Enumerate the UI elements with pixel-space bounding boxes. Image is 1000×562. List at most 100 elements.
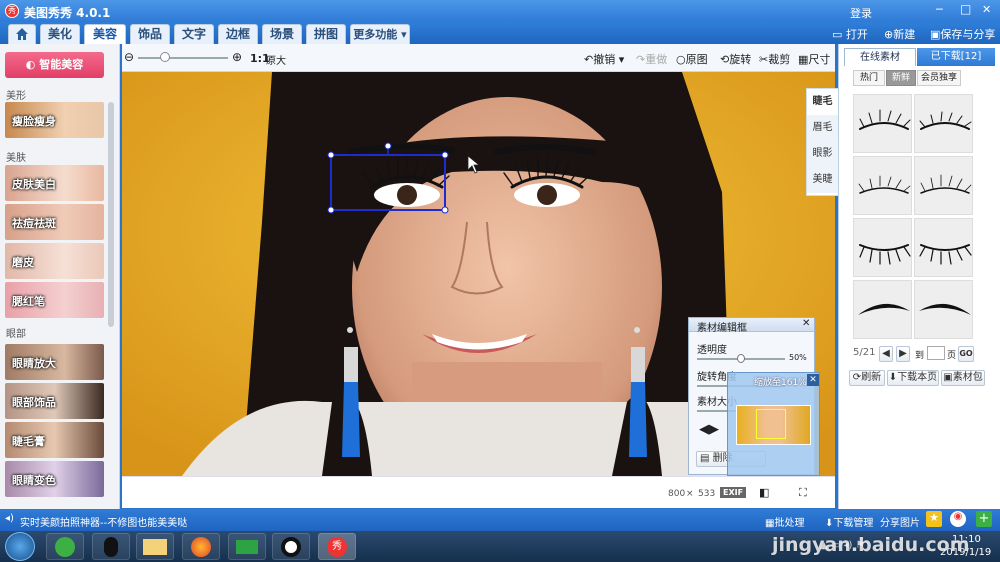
new-button[interactable]: ⊕新建: [884, 26, 915, 42]
eyelash-thumb-6[interactable]: [914, 218, 973, 277]
zoom-slider[interactable]: [138, 52, 228, 62]
eyelash-thumb-4[interactable]: [914, 156, 973, 215]
add-icon[interactable]: +: [976, 511, 992, 527]
refresh-label: 刷新: [861, 372, 882, 383]
smooth-skin-item[interactable]: 磨皮: [5, 243, 104, 279]
eyelash-thumb-8[interactable]: [914, 280, 973, 339]
folder-icon: ▭: [832, 28, 843, 41]
side-tab-beauty-lash[interactable]: 美睫: [807, 167, 838, 193]
home-tab[interactable]: [8, 24, 36, 44]
side-tab-eyebrow[interactable]: 眉毛: [807, 115, 838, 141]
flip-icon[interactable]: ◀▶: [699, 422, 719, 437]
eyelash-thumb-1[interactable]: [853, 94, 912, 153]
taskbar-qq-app[interactable]: [92, 533, 130, 560]
goto-label: 到: [915, 351, 925, 361]
taskbar-meitu-app[interactable]: 秀: [318, 533, 356, 560]
zoom-preview-window: 缩放至161% ✕: [727, 372, 820, 476]
maximize-button[interactable]: □: [960, 2, 971, 16]
minimize-button[interactable]: ─: [936, 3, 943, 16]
login-link[interactable]: 登录: [850, 5, 872, 21]
eyelash-icon: [919, 244, 972, 265]
crop-button[interactable]: ✂裁剪: [759, 51, 790, 67]
preview-close-icon[interactable]: ✕: [807, 374, 819, 386]
edit-panel-close-icon[interactable]: ✕: [802, 318, 810, 329]
status-message[interactable]: 实时美颜拍照神器--不修图也能美美哒: [20, 514, 187, 529]
material-pack-button[interactable]: ▣素材包: [941, 370, 985, 386]
size-button[interactable]: ▦尺寸: [798, 51, 830, 67]
tab-border[interactable]: 边框: [218, 24, 258, 44]
filter-vip[interactable]: 会员独享: [917, 70, 961, 86]
smart-beauty-button[interactable]: ◐ 智能美容: [5, 52, 104, 78]
download-page-button[interactable]: ⬇下载本页: [887, 370, 939, 386]
clock-time: 11:10: [952, 534, 981, 545]
zoom-out-icon[interactable]: ⊖: [124, 50, 134, 64]
tab-scene[interactable]: 场景: [262, 24, 302, 44]
zoom-slider-handle[interactable]: [160, 52, 170, 62]
tab-beauty[interactable]: 美容: [84, 24, 126, 44]
eyelash-icon: [920, 174, 972, 194]
material-side-tabs: 睫毛 眉毛 眼影 美睫: [806, 88, 838, 196]
taskbar-refresh-app[interactable]: [46, 533, 84, 560]
original-button[interactable]: ○原图: [676, 51, 708, 67]
taskbar-explorer-app[interactable]: [136, 533, 174, 560]
rotate-button[interactable]: ⟲旋转: [720, 51, 751, 67]
open-button[interactable]: ▭ 打开: [832, 26, 868, 42]
slim-face-item[interactable]: 瘦脸瘦身: [5, 102, 104, 138]
tab-text[interactable]: 文字: [174, 24, 214, 44]
vip-icon[interactable]: ★: [926, 511, 942, 527]
original-size-button[interactable]: 原大: [266, 52, 286, 67]
tab-online-material[interactable]: 在线素材: [844, 48, 916, 66]
acne-removal-item[interactable]: 祛痘祛斑: [5, 204, 104, 240]
go-button[interactable]: GO: [958, 346, 974, 362]
weibo-icon[interactable]: ◉: [950, 511, 966, 527]
batch-button[interactable]: ▦批处理: [765, 514, 804, 529]
save-share-button[interactable]: ▣保存与分享: [930, 26, 995, 42]
undo-button[interactable]: ↶撤销 ▾: [584, 51, 624, 67]
eyelash-icon: [858, 303, 910, 315]
page-number-input[interactable]: [927, 346, 945, 360]
filter-new[interactable]: 新鲜: [886, 70, 916, 86]
close-button[interactable]: ✕: [982, 3, 991, 16]
zoom-in-icon[interactable]: ⊕: [232, 50, 242, 64]
page-label: 页: [947, 351, 957, 361]
tab-beautify[interactable]: 美化: [40, 24, 80, 44]
taskbar-recorder-app[interactable]: [272, 533, 310, 560]
filter-hot[interactable]: 热门: [853, 70, 885, 86]
eyelash-thumb-5[interactable]: [853, 218, 912, 277]
left-scrollbar[interactable]: [108, 102, 114, 327]
eye-color-item[interactable]: 眼睛变色: [5, 461, 104, 497]
eyelash-thumb-7[interactable]: [853, 280, 912, 339]
share-image-button[interactable]: 分享图片: [880, 514, 920, 529]
material-panel: 在线素材 已下载[12] 热门 新鲜 会员独享 5/21 ◀ ▶ 到 页 GO …: [838, 44, 1000, 509]
tab-collage[interactable]: 拼图: [306, 24, 346, 44]
tab-accessories[interactable]: 饰品: [130, 24, 170, 44]
eyelash-thumb-3[interactable]: [853, 156, 912, 215]
exif-button[interactable]: EXIF: [720, 487, 747, 498]
compare-icon[interactable]: ◧: [759, 486, 769, 499]
fullscreen-icon[interactable]: ⛶: [799, 486, 807, 500]
tab-more[interactable]: 更多功能 ▾: [350, 24, 410, 44]
transparency-handle[interactable]: [737, 354, 745, 363]
blush-item[interactable]: 腮红笔: [5, 282, 104, 318]
download-manager-button[interactable]: ⬇下载管理: [825, 514, 873, 529]
transparency-slider[interactable]: [697, 354, 785, 363]
taskbar-firefox-app[interactable]: [182, 533, 220, 560]
eye-enlarge-item[interactable]: 眼睛放大: [5, 344, 104, 380]
preview-viewport-frame[interactable]: [756, 409, 786, 439]
side-tab-eyelash[interactable]: 睫毛: [807, 89, 838, 115]
refresh-button[interactable]: ⟳刷新: [849, 370, 885, 386]
mascara-item[interactable]: 睫毛膏: [5, 422, 104, 458]
side-tab-eyeshadow[interactable]: 眼影: [807, 141, 838, 167]
tray-icons[interactable]: ▲ ▭ ◂) ⚑: [820, 540, 865, 551]
next-page-button[interactable]: ▶: [896, 346, 910, 362]
tab-downloaded[interactable]: 已下载[12]: [917, 48, 995, 66]
edit-panel-title: 素材编辑框: [697, 323, 747, 334]
redo-button[interactable]: ↷重做: [636, 51, 667, 67]
taskbar-media-app[interactable]: [228, 533, 266, 560]
start-button[interactable]: [5, 532, 35, 561]
crop-label: 裁剪: [768, 53, 791, 66]
eye-accessory-item[interactable]: 眼部饰品: [5, 383, 104, 419]
skin-whiten-item[interactable]: 皮肤美白: [5, 165, 104, 201]
prev-page-button[interactable]: ◀: [879, 346, 893, 362]
eyelash-thumb-2[interactable]: [914, 94, 973, 153]
